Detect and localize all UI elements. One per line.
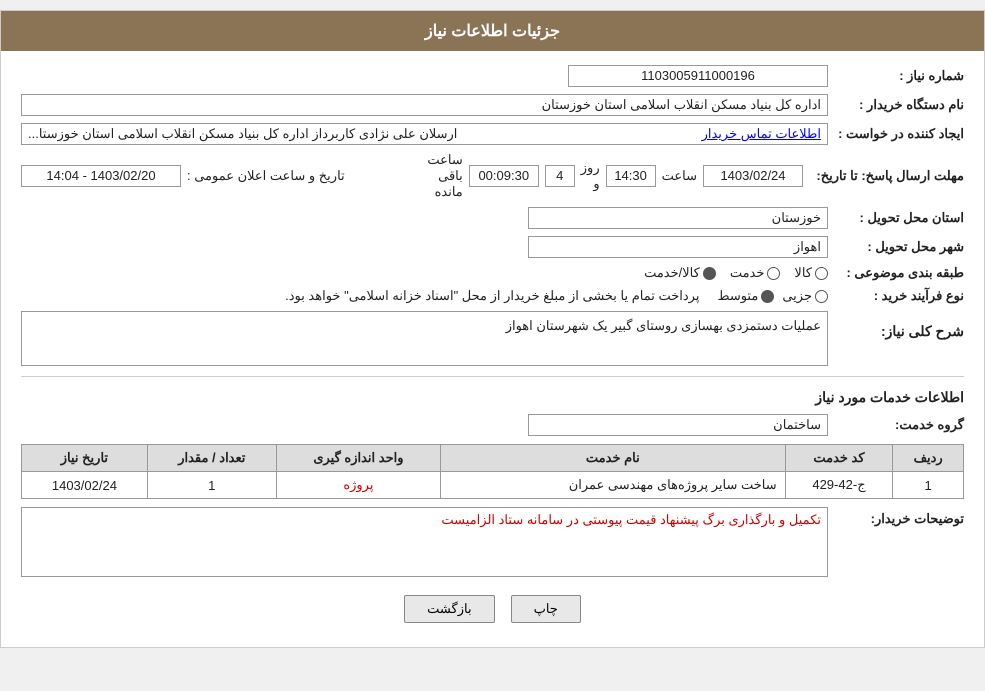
response-time-value: 14:30 xyxy=(606,165,656,187)
response-remaining-value: 00:09:30 xyxy=(469,165,539,187)
city-value: اهواز xyxy=(528,236,828,258)
service-group-label: گروه خدمت: xyxy=(834,417,964,433)
buyer-notes-section: توضیحات خریدار: تکمیل و بارگذاری برگ پیش… xyxy=(21,507,964,577)
city-label: شهر محل تحویل : xyxy=(834,239,964,255)
category-row: طبقه بندی موضوعی : کالا خدمت کالا/خدمت xyxy=(21,265,964,281)
buyer-org-label: نام دستگاه خریدار : xyxy=(834,97,964,113)
cell-service-name: ساخت سایر پروژه‌های مهندسی عمران xyxy=(441,472,786,499)
purchase-type-row: نوع فرآیند خرید : جزیی متوسط پرداخت تمام… xyxy=(21,288,964,304)
col-unit: واحد اندازه گیری xyxy=(276,445,440,472)
creator-label: ایجاد کننده در خواست : xyxy=(834,126,964,142)
creator-link[interactable]: اطلاعات تماس خریدار xyxy=(702,126,821,142)
purchase-medium-item: متوسط xyxy=(717,288,774,304)
need-number-value: 1103005911000196 xyxy=(568,65,828,87)
announcement-value: 1403/02/20 - 14:04 xyxy=(21,165,181,187)
description-row: شرح کلی نیاز: عملیات دستمزدی بهسازی روست… xyxy=(21,311,964,366)
cell-row-num: 1 xyxy=(893,472,964,499)
category-service-item: خدمت xyxy=(730,265,781,281)
category-goods-radio[interactable] xyxy=(815,267,828,280)
page-title: جزئیات اطلاعات نیاز xyxy=(425,23,560,40)
col-service-name: نام خدمت xyxy=(441,445,786,472)
buttons-row: چاپ بازگشت xyxy=(21,595,964,623)
creator-text: ارسلان علی نژادی کاربرداز اداره کل بنیاد… xyxy=(28,126,457,142)
need-number-row: شماره نیاز : 1103005911000196 xyxy=(21,65,964,87)
col-need-date: تاریخ نیاز xyxy=(22,445,148,472)
announcement-label: تاریخ و ساعت اعلان عمومی : xyxy=(187,168,345,184)
cell-service-code: ج-42-429 xyxy=(785,472,893,499)
services-table: ردیف کد خدمت نام خدمت واحد اندازه گیری ت… xyxy=(21,444,964,499)
purchase-medium-label: متوسط xyxy=(717,288,758,304)
category-label: طبقه بندی موضوعی : xyxy=(834,265,964,281)
category-goods-service-item: کالا/خدمت xyxy=(644,265,716,281)
category-service-radio[interactable] xyxy=(767,267,780,280)
col-row-num: ردیف xyxy=(893,445,964,472)
buyer-notes-value: تکمیل و بارگذاری برگ پیشنهاد قیمت پیوستی… xyxy=(21,507,828,577)
creator-row: ایجاد کننده در خواست : اطلاعات تماس خرید… xyxy=(21,123,964,145)
services-section-title: اطلاعات خدمات مورد نیاز xyxy=(21,389,964,406)
response-remaining-label: ساعت باقی مانده xyxy=(427,152,462,200)
cell-quantity: 1 xyxy=(147,472,276,499)
category-goods-item: کالا xyxy=(794,265,828,281)
response-date-label: مهلت ارسال پاسخ: تا تاریخ: xyxy=(809,168,964,184)
date-row: مهلت ارسال پاسخ: تا تاریخ: 1403/02/24 سا… xyxy=(21,152,964,200)
main-container: جزئیات اطلاعات نیاز شماره نیاز : 1103005… xyxy=(0,10,985,648)
col-quantity: تعداد / مقدار xyxy=(147,445,276,472)
category-radio-group: کالا خدمت کالا/خدمت xyxy=(21,265,828,281)
description-value: عملیات دستمزدی بهسازی روستای گبیر یک شهر… xyxy=(21,311,828,366)
back-button[interactable]: بازگشت xyxy=(404,595,494,623)
page-header: جزئیات اطلاعات نیاز xyxy=(1,11,984,51)
province-value: خوزستان xyxy=(528,207,828,229)
col-service-code: کد خدمت xyxy=(785,445,893,472)
purchase-type-label: نوع فرآیند خرید : xyxy=(834,288,964,304)
cell-unit: پروژه xyxy=(276,472,440,499)
content-area: شماره نیاز : 1103005911000196 نام دستگاه… xyxy=(1,51,984,647)
category-goods-service-radio[interactable] xyxy=(703,267,716,280)
city-row: شهر محل تحویل : اهواز xyxy=(21,236,964,258)
description-label: شرح کلی نیاز: xyxy=(834,323,964,340)
purchase-type-group: جزیی متوسط پرداخت تمام یا بخشی از مبلغ خ… xyxy=(21,288,828,304)
province-label: استان محل تحویل : xyxy=(834,210,964,226)
print-button[interactable]: چاپ xyxy=(511,595,581,623)
cell-need-date: 1403/02/24 xyxy=(22,472,148,499)
category-goods-service-label: کالا/خدمت xyxy=(644,265,700,281)
response-time-label: ساعت xyxy=(662,168,697,184)
purchase-medium-radio[interactable] xyxy=(761,290,774,303)
response-days-value: 4 xyxy=(545,165,575,187)
creator-value: اطلاعات تماس خریدار ارسلان علی نژادی کار… xyxy=(21,123,828,145)
purchase-partial-label: جزیی xyxy=(782,288,812,304)
purchase-partial-radio[interactable] xyxy=(815,290,828,303)
purchase-note: پرداخت تمام یا بخشی از مبلغ خریدار از مح… xyxy=(285,288,699,304)
service-group-value: ساختمان xyxy=(528,414,828,436)
buyer-notes-label: توضیحات خریدار: xyxy=(834,507,964,527)
table-header-row: ردیف کد خدمت نام خدمت واحد اندازه گیری ت… xyxy=(22,445,964,472)
need-number-label: شماره نیاز : xyxy=(834,68,964,84)
category-goods-label: کالا xyxy=(794,265,812,281)
buyer-org-value: اداره کل بنیاد مسکن انقلاب اسلامی استان … xyxy=(21,94,828,116)
buyer-org-row: نام دستگاه خریدار : اداره کل بنیاد مسکن … xyxy=(21,94,964,116)
province-row: استان محل تحویل : خوزستان xyxy=(21,207,964,229)
response-days-label: روز و xyxy=(581,160,600,192)
purchase-partial-item: جزیی xyxy=(782,288,828,304)
response-date-group: 1403/02/24 ساعت 14:30 روز و 4 00:09:30 س… xyxy=(427,152,803,200)
service-group-row: گروه خدمت: ساختمان xyxy=(21,414,964,436)
response-date-value: 1403/02/24 xyxy=(703,165,803,187)
category-service-label: خدمت xyxy=(730,265,765,281)
divider-1 xyxy=(21,376,964,377)
table-row: 1 ج-42-429 ساخت سایر پروژه‌های مهندسی عم… xyxy=(22,472,964,499)
